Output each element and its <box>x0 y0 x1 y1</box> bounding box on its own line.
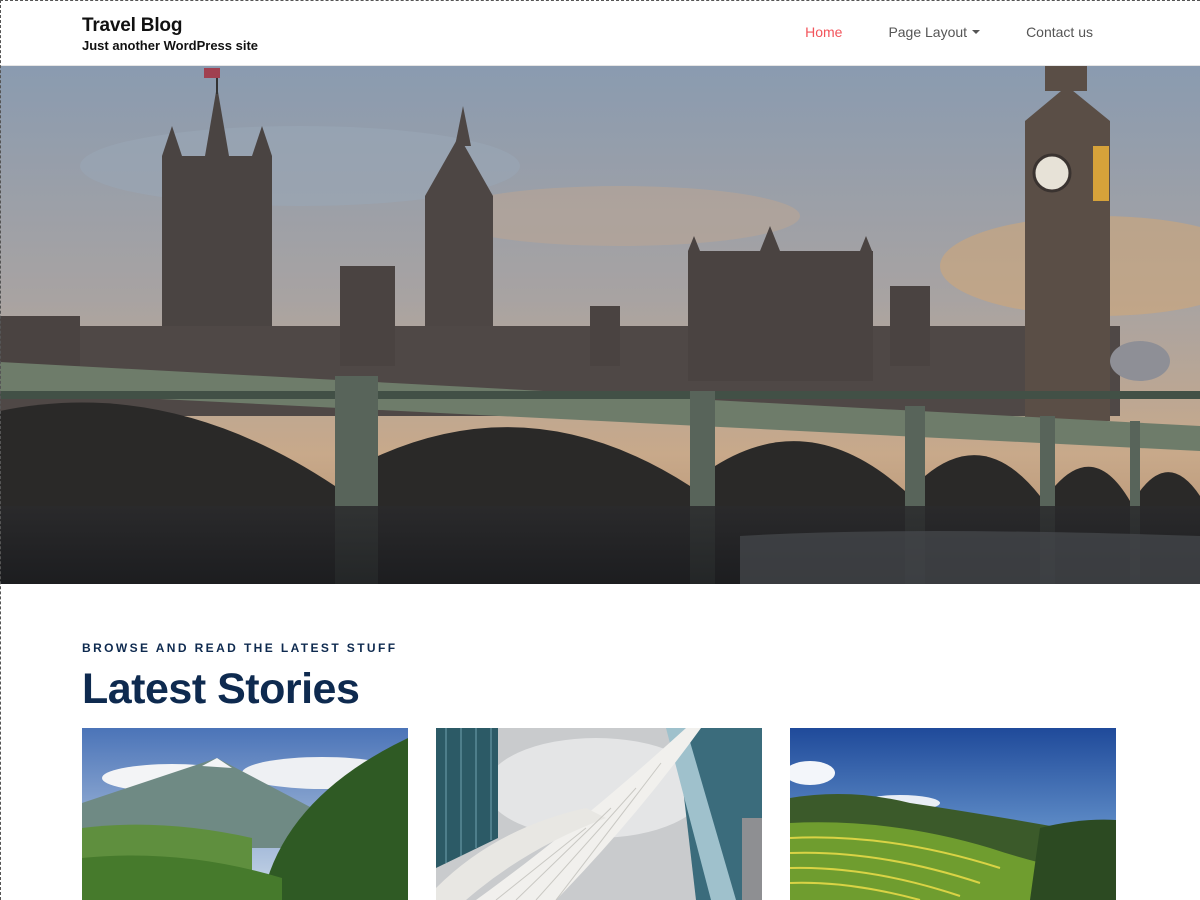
site-header: Travel Blog Just another WordPress site … <box>0 0 1200 66</box>
section-title: Latest Stories <box>82 665 360 713</box>
architecture-image <box>436 728 762 900</box>
story-card-image-mountain[interactable] <box>82 728 408 900</box>
nav-item-page-layout-label: Page Layout <box>888 24 968 40</box>
hero-illustration <box>0 66 1200 584</box>
nav-item-home-label: Home <box>805 24 843 40</box>
site-title[interactable]: Travel Blog <box>82 14 258 38</box>
hero-banner-image <box>0 66 1200 584</box>
nav-item-contact-us-label: Contact us <box>1026 24 1093 40</box>
section-kicker: BROWSE AND READ THE LATEST STUFF <box>82 641 398 655</box>
story-card-image-architecture[interactable] <box>436 728 762 900</box>
nav-item-page-layout[interactable]: Page Layout <box>888 22 981 42</box>
main-navigation: Home Page Layout Contact us <box>759 22 1093 42</box>
caret-down-icon <box>972 30 981 34</box>
rice-terraces-image <box>790 728 1116 900</box>
mountain-landscape-image <box>82 728 408 900</box>
nav-item-contact-us[interactable]: Contact us <box>1026 22 1093 42</box>
nav-item-home[interactable]: Home <box>805 22 842 42</box>
story-card-image-rice-terraces[interactable] <box>790 728 1116 900</box>
site-tagline: Just another WordPress site <box>82 38 259 53</box>
site-branding: Travel Blog Just another WordPress site <box>82 14 258 54</box>
